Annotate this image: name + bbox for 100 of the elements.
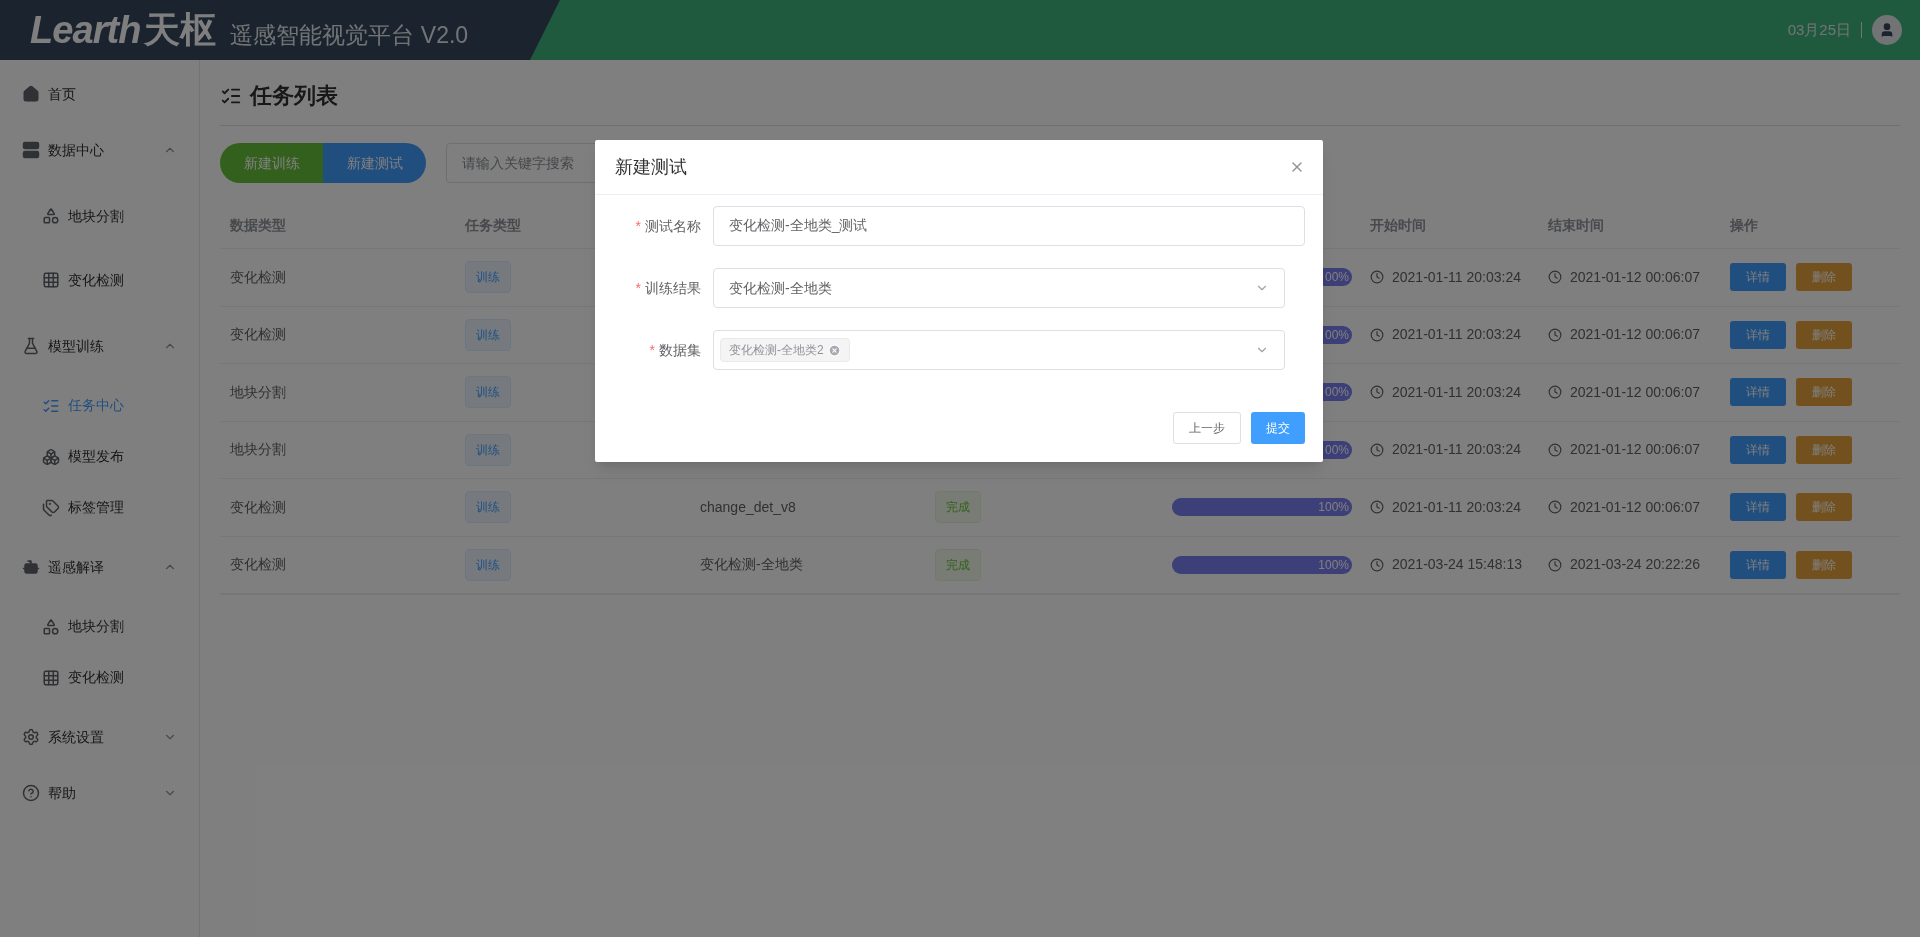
field-label: 测试名称	[645, 216, 701, 236]
progress-label: 00%	[1324, 326, 1349, 344]
sidebar-item[interactable]: 系统设置	[0, 709, 199, 765]
logo: Learth	[30, 7, 141, 53]
date-label: 03月25日	[1787, 19, 1851, 40]
sidebar-item[interactable]: 标签管理	[0, 482, 199, 533]
page-title: 任务列表	[250, 82, 338, 110]
table-cell-text: 2021-01-12 00:06:07	[1570, 382, 1700, 402]
delete-button[interactable]: 删除	[1796, 378, 1852, 407]
clock-icon	[1548, 385, 1562, 400]
clock-icon	[1548, 500, 1562, 515]
cubes-icon	[42, 447, 60, 466]
table-cell-text: 2021-01-11 20:03:24	[1392, 497, 1521, 517]
task-type-tag: 训练	[465, 376, 511, 409]
new-training-button[interactable]: 新建训练	[220, 143, 323, 183]
logo-title: 天枢	[144, 8, 217, 52]
delete-button[interactable]: 删除	[1796, 550, 1852, 579]
sidebar-item[interactable]: 变化检测	[0, 652, 199, 703]
table-cell: 变化检测	[230, 556, 286, 573]
required-mark: *	[635, 216, 641, 236]
table-cell-text: 2021-01-12 00:06:07	[1570, 497, 1700, 517]
sidebar-item[interactable]: 遥感解译	[0, 539, 199, 595]
required-mark: *	[635, 278, 641, 298]
clock-icon	[1370, 270, 1384, 285]
sidebar-item[interactable]: 模型发布	[0, 431, 199, 482]
delete-button[interactable]: 删除	[1796, 435, 1852, 464]
clock-icon	[1548, 442, 1562, 457]
clock-icon	[1548, 557, 1562, 572]
table-cell-text: 2021-01-11 20:03:24	[1392, 267, 1521, 287]
table-cell: 地块分割	[230, 383, 286, 400]
clock-icon	[1370, 327, 1384, 342]
details-button[interactable]: 详情	[1730, 378, 1786, 407]
task-type-tag: 训练	[465, 433, 511, 466]
table-cell-text: 2021-03-24 15:48:13	[1392, 555, 1522, 575]
progress-label: 00%	[1324, 441, 1349, 459]
user-icon	[1879, 22, 1895, 38]
details-button[interactable]: 详情	[1730, 435, 1786, 464]
status-tag: 完成	[935, 548, 981, 581]
clock-icon	[1548, 327, 1562, 342]
selected-tag[interactable]: 变化检测-全地类2	[720, 338, 850, 362]
sidebar-item[interactable]: 任务中心	[0, 380, 199, 431]
tags-icon	[42, 498, 60, 517]
table-cell: 变化检测-全地类	[700, 556, 803, 573]
required-mark: *	[649, 340, 655, 360]
field-label: 数据集	[659, 340, 701, 360]
task-type-tag: 训练	[465, 491, 511, 524]
clock-icon	[1370, 385, 1384, 400]
table-cell-text: 2021-01-11 20:03:24	[1392, 325, 1521, 345]
table-cell: 变化检测	[230, 326, 286, 343]
status-tag: 完成	[935, 491, 981, 524]
select-field[interactable]: 变化检测-全地类2	[713, 330, 1285, 370]
progress-label: 100%	[1318, 556, 1349, 574]
delete-button[interactable]: 删除	[1796, 493, 1852, 522]
home-icon	[22, 85, 40, 103]
table-cell-text: 2021-03-24 20:22:26	[1570, 555, 1700, 575]
sidebar-item[interactable]: 变化检测	[0, 248, 199, 312]
table-cell: change_det_v8	[700, 498, 796, 515]
select-field[interactable]: 变化检测-全地类	[713, 268, 1285, 308]
new-test-button[interactable]: 新建测试	[323, 143, 426, 183]
sidebar-item[interactable]: 数据中心	[0, 122, 199, 178]
task-type-tag: 训练	[465, 261, 511, 294]
progress-label: 00%	[1324, 384, 1349, 402]
remove-tag-icon[interactable]	[827, 343, 841, 357]
sidebar-item[interactable]: 地块分割	[0, 601, 199, 652]
delete-button[interactable]: 删除	[1796, 263, 1852, 292]
shapes-icon	[42, 617, 60, 636]
details-button[interactable]: 详情	[1730, 263, 1786, 292]
avatar[interactable]	[1872, 15, 1902, 45]
grid-icon	[42, 271, 60, 289]
clock-icon	[1370, 500, 1384, 515]
back-button[interactable]: 上一步	[1173, 412, 1241, 444]
task-type-tag: 训练	[465, 548, 511, 581]
sidebar-item[interactable]: 帮助	[0, 765, 199, 821]
grid-icon	[42, 668, 60, 687]
table-cell-text: 2021-01-12 00:06:07	[1570, 440, 1700, 460]
submit-button[interactable]: 提交	[1251, 412, 1305, 444]
progress-label: 100%	[1318, 499, 1349, 517]
sidebar-item[interactable]: 首页	[0, 66, 199, 122]
table-cell: 变化检测	[230, 268, 286, 285]
table-cell: 变化检测	[230, 498, 286, 515]
clock-icon	[1370, 442, 1384, 457]
clock-icon	[1548, 270, 1562, 285]
details-button[interactable]: 详情	[1730, 493, 1786, 522]
server-icon	[22, 141, 40, 159]
input-field[interactable]: 变化检测-全地类_测试	[713, 206, 1305, 246]
details-button[interactable]: 详情	[1730, 320, 1786, 349]
flask-icon	[22, 337, 40, 355]
table-cell: 地块分割	[230, 441, 286, 458]
app-subtitle: 遥感智能视觉平台 V2.0	[230, 20, 469, 50]
table-cell-text: 2021-01-11 20:03:24	[1392, 382, 1521, 402]
help-icon	[22, 784, 40, 802]
sidebar-item[interactable]: 地块分割	[0, 184, 199, 248]
field-label: 训练结果	[645, 278, 701, 298]
delete-button[interactable]: 删除	[1796, 320, 1852, 349]
details-button[interactable]: 详情	[1730, 550, 1786, 579]
table-cell-text: 2021-01-11 20:03:24	[1392, 440, 1521, 460]
progress-label: 00%	[1324, 269, 1349, 287]
shapes-icon	[42, 207, 60, 225]
sidebar-item[interactable]: 模型训练	[0, 318, 199, 374]
table-cell-text: 2021-01-12 00:06:07	[1570, 267, 1700, 287]
